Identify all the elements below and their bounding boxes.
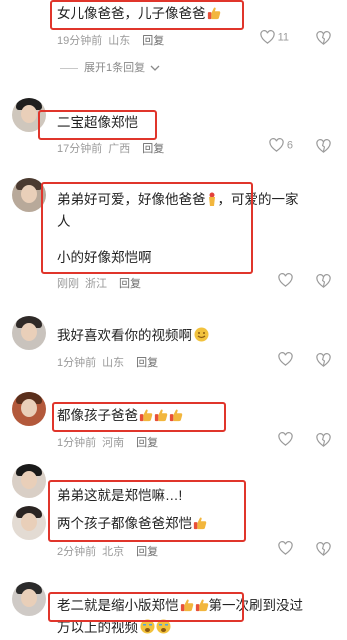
dislike-button[interactable] (316, 432, 331, 450)
dislike-button[interactable] (316, 352, 331, 370)
like-button[interactable] (278, 352, 293, 367)
avatar[interactable] (12, 316, 46, 350)
dislike-button[interactable] (316, 138, 331, 156)
dislike-icon (316, 31, 331, 46)
dislike-icon (316, 139, 331, 154)
comment-meta: 1分钟前 河南 回复 (57, 437, 159, 449)
dislike-icon (316, 433, 331, 448)
highlight-box (38, 110, 157, 140)
reply-button[interactable]: 回复 (142, 143, 164, 155)
like-button[interactable] (278, 432, 293, 447)
dislike-button[interactable] (316, 30, 331, 48)
heart-icon (278, 352, 293, 367)
dislike-icon (316, 542, 331, 557)
like-button[interactable]: 11 (260, 30, 289, 45)
highlight-box (48, 592, 244, 622)
avatar[interactable] (12, 464, 46, 498)
reply-button[interactable]: 回复 (136, 546, 158, 558)
divider (60, 67, 78, 69)
highlight-box (48, 480, 246, 542)
highlight-box (50, 0, 244, 30)
dislike-button[interactable] (316, 273, 331, 291)
heart-icon (278, 273, 293, 288)
dislike-icon (316, 274, 331, 289)
comment-meta: 19分钟前 山东 回复 (57, 35, 165, 47)
smile-emoji (194, 327, 209, 342)
chevron-down-icon (150, 65, 160, 72)
heart-icon (278, 432, 293, 447)
comment-meta: 1分钟前 山东 回复 (57, 357, 159, 369)
heart-icon (260, 30, 275, 45)
dislike-button[interactable] (316, 541, 331, 559)
comment-meta: 17分钟前 广西 回复 (57, 143, 165, 155)
highlight-box (52, 402, 226, 432)
like-button[interactable] (278, 541, 293, 556)
reply-button[interactable]: 回复 (142, 35, 164, 47)
avatar[interactable] (12, 582, 46, 616)
comment-meta: 2分钟前 北京 回复 (57, 546, 159, 558)
heart-icon (278, 541, 293, 556)
avatar[interactable] (12, 506, 46, 540)
comment-text: 我好喜欢看你的视频啊 (57, 326, 209, 346)
comment-meta: 刚刚 浙江 回复 (57, 278, 141, 290)
like-button[interactable]: 6 (269, 138, 293, 153)
like-button[interactable] (278, 273, 293, 288)
dislike-icon (316, 353, 331, 368)
reply-button[interactable]: 回复 (119, 278, 141, 290)
highlight-box (41, 182, 253, 274)
reply-button[interactable]: 回复 (136, 437, 158, 449)
expand-replies-button[interactable]: 展开1条回复 (60, 59, 160, 75)
reply-button[interactable]: 回复 (136, 357, 158, 369)
heart-icon (269, 138, 284, 153)
avatar[interactable] (12, 392, 46, 426)
